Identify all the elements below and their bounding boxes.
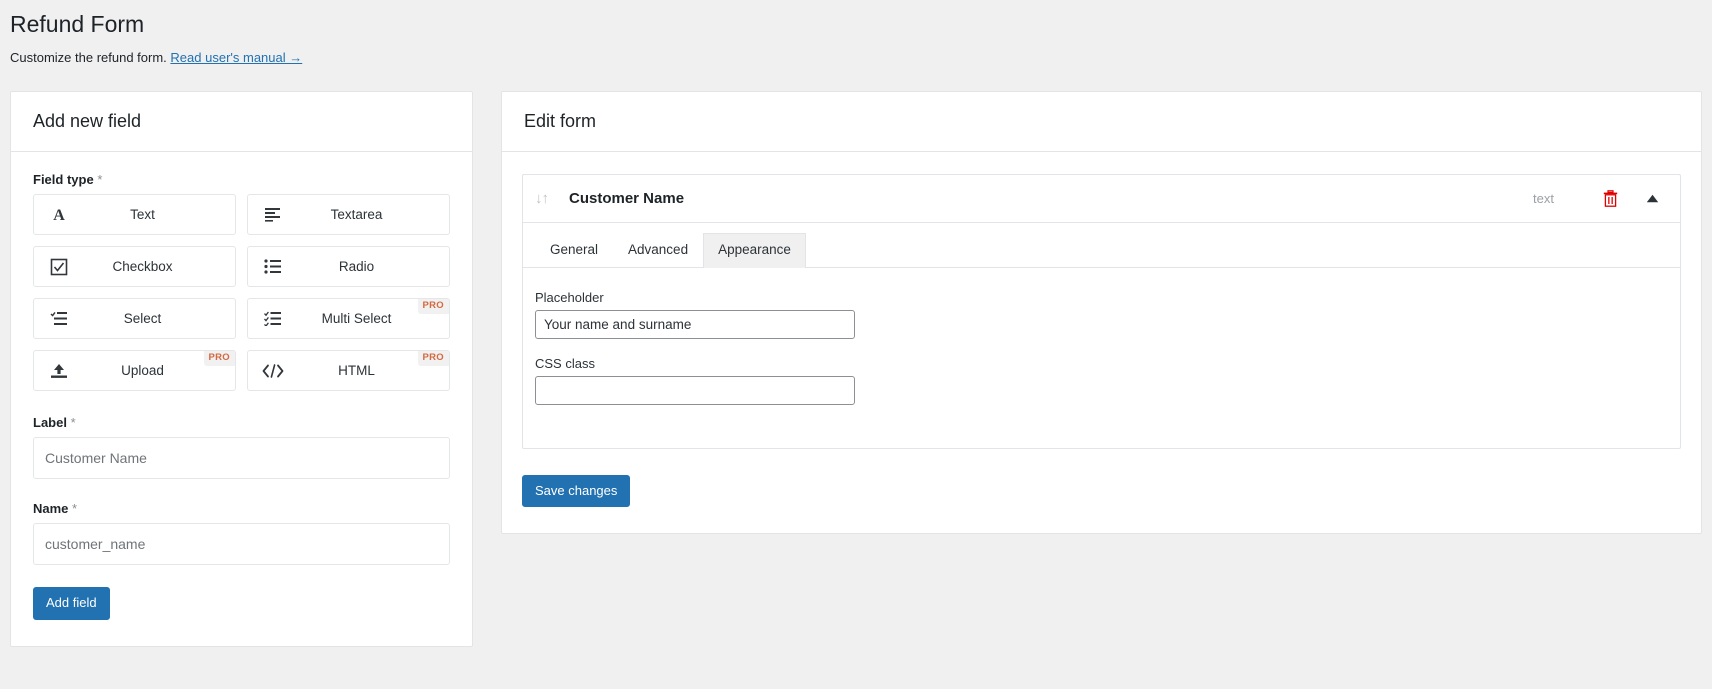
upload-icon xyxy=(44,363,74,379)
sort-handle-icon[interactable]: ↓↑ xyxy=(535,190,569,207)
text-icon: A xyxy=(44,206,74,224)
form-field-header: ↓↑ Customer Name text xyxy=(523,175,1680,224)
field-type-html-button[interactable]: HTML PRO xyxy=(247,350,450,392)
field-type-label-text: Field type xyxy=(33,172,94,188)
css-class-block: CSS class xyxy=(535,356,1668,405)
field-type-html-label: HTML xyxy=(338,363,375,379)
save-changes-button[interactable]: Save changes xyxy=(522,474,631,508)
form-field-type-badge: text xyxy=(1533,191,1554,207)
field-type-text-label: Text xyxy=(130,207,155,223)
field-type-upload-button[interactable]: Upload PRO xyxy=(33,350,236,392)
form-field-title: Customer Name xyxy=(569,190,685,208)
collapse-field-button[interactable] xyxy=(1639,194,1666,203)
select-icon xyxy=(44,311,74,326)
name-field-required-mark: * xyxy=(72,501,78,517)
field-type-grid: A Text Textarea Checkbox Radio Select Mu… xyxy=(33,194,450,392)
field-type-multi-select-label: Multi Select xyxy=(321,311,392,327)
read-users-manual-link[interactable]: Read user's manual → xyxy=(170,50,302,65)
edit-form-panel: Edit form ↓↑ Customer Name text General … xyxy=(501,91,1702,535)
page-title: Refund Form xyxy=(10,11,145,37)
pro-badge: PRO xyxy=(417,351,449,366)
trash-icon xyxy=(1603,190,1618,208)
label-field-required-mark: * xyxy=(70,415,76,431)
field-type-select-label: Select xyxy=(123,311,162,327)
code-icon xyxy=(258,364,288,378)
pro-badge: PRO xyxy=(417,299,449,314)
add-new-field-header: Add new field xyxy=(11,92,472,153)
placeholder-block: Placeholder xyxy=(535,290,1668,339)
tab-advanced[interactable]: Advanced xyxy=(613,233,703,267)
edit-form-header: Edit form xyxy=(502,92,1701,153)
radio-list-icon xyxy=(258,259,288,275)
add-new-field-panel: Add new field Field type * A Text Textar… xyxy=(10,91,473,648)
checkbox-icon xyxy=(44,258,74,276)
page-subtitle: Customize the refund form. Read user's m… xyxy=(10,49,1702,67)
label-field-label: Label * xyxy=(33,415,450,430)
field-type-textarea-label: Textarea xyxy=(330,207,383,223)
field-tabs: General Advanced Appearance xyxy=(523,223,1680,268)
pro-badge: PRO xyxy=(203,351,235,366)
field-type-textarea-button[interactable]: Textarea xyxy=(247,194,450,236)
field-type-multi-select-button[interactable]: Multi Select PRO xyxy=(247,298,450,340)
css-class-label: CSS class xyxy=(535,355,595,371)
page-header: Refund Form Customize the refund form. R… xyxy=(0,0,1712,67)
tab-general[interactable]: General xyxy=(535,233,613,267)
placeholder-input[interactable] xyxy=(535,309,855,339)
field-type-radio-label: Radio xyxy=(338,259,375,275)
form-field-item: ↓↑ Customer Name text General Advanced A… xyxy=(522,174,1681,449)
css-class-input[interactable] xyxy=(535,375,855,405)
field-type-select-button[interactable]: Select xyxy=(33,298,236,340)
add-field-button[interactable]: Add field xyxy=(33,587,110,621)
field-type-label: Field type * xyxy=(33,172,450,187)
chevron-up-icon xyxy=(1646,194,1659,203)
tab-appearance[interactable]: Appearance xyxy=(703,233,806,268)
name-field-block: Name * xyxy=(33,501,450,566)
label-input[interactable] xyxy=(33,437,450,480)
field-type-required-mark: * xyxy=(97,172,103,188)
multi-select-icon xyxy=(258,311,288,327)
name-field-label: Name * xyxy=(33,501,450,516)
appearance-tab-panel: Placeholder CSS class xyxy=(523,268,1680,448)
name-input[interactable] xyxy=(33,523,450,566)
svg-text:A: A xyxy=(53,207,65,224)
page-subtitle-text: Customize the refund form. xyxy=(10,49,167,65)
placeholder-label: Placeholder xyxy=(535,289,604,305)
field-type-radio-button[interactable]: Radio xyxy=(247,246,450,288)
field-type-checkbox-label: Checkbox xyxy=(112,259,173,275)
delete-field-button[interactable] xyxy=(1596,190,1625,208)
add-new-field-body: Field type * A Text Textarea Checkbox Ra… xyxy=(11,152,472,646)
save-row: Save changes xyxy=(502,474,1701,534)
main-columns: Add new field Field type * A Text Textar… xyxy=(0,91,1712,648)
field-type-upload-label: Upload xyxy=(121,363,164,379)
label-field-label-text: Label xyxy=(33,415,67,431)
field-type-checkbox-button[interactable]: Checkbox xyxy=(33,246,236,288)
name-field-label-text: Name xyxy=(33,501,69,517)
field-type-text-button[interactable]: A Text xyxy=(33,194,236,236)
textarea-icon xyxy=(258,207,288,223)
label-field-block: Label * xyxy=(33,415,450,480)
